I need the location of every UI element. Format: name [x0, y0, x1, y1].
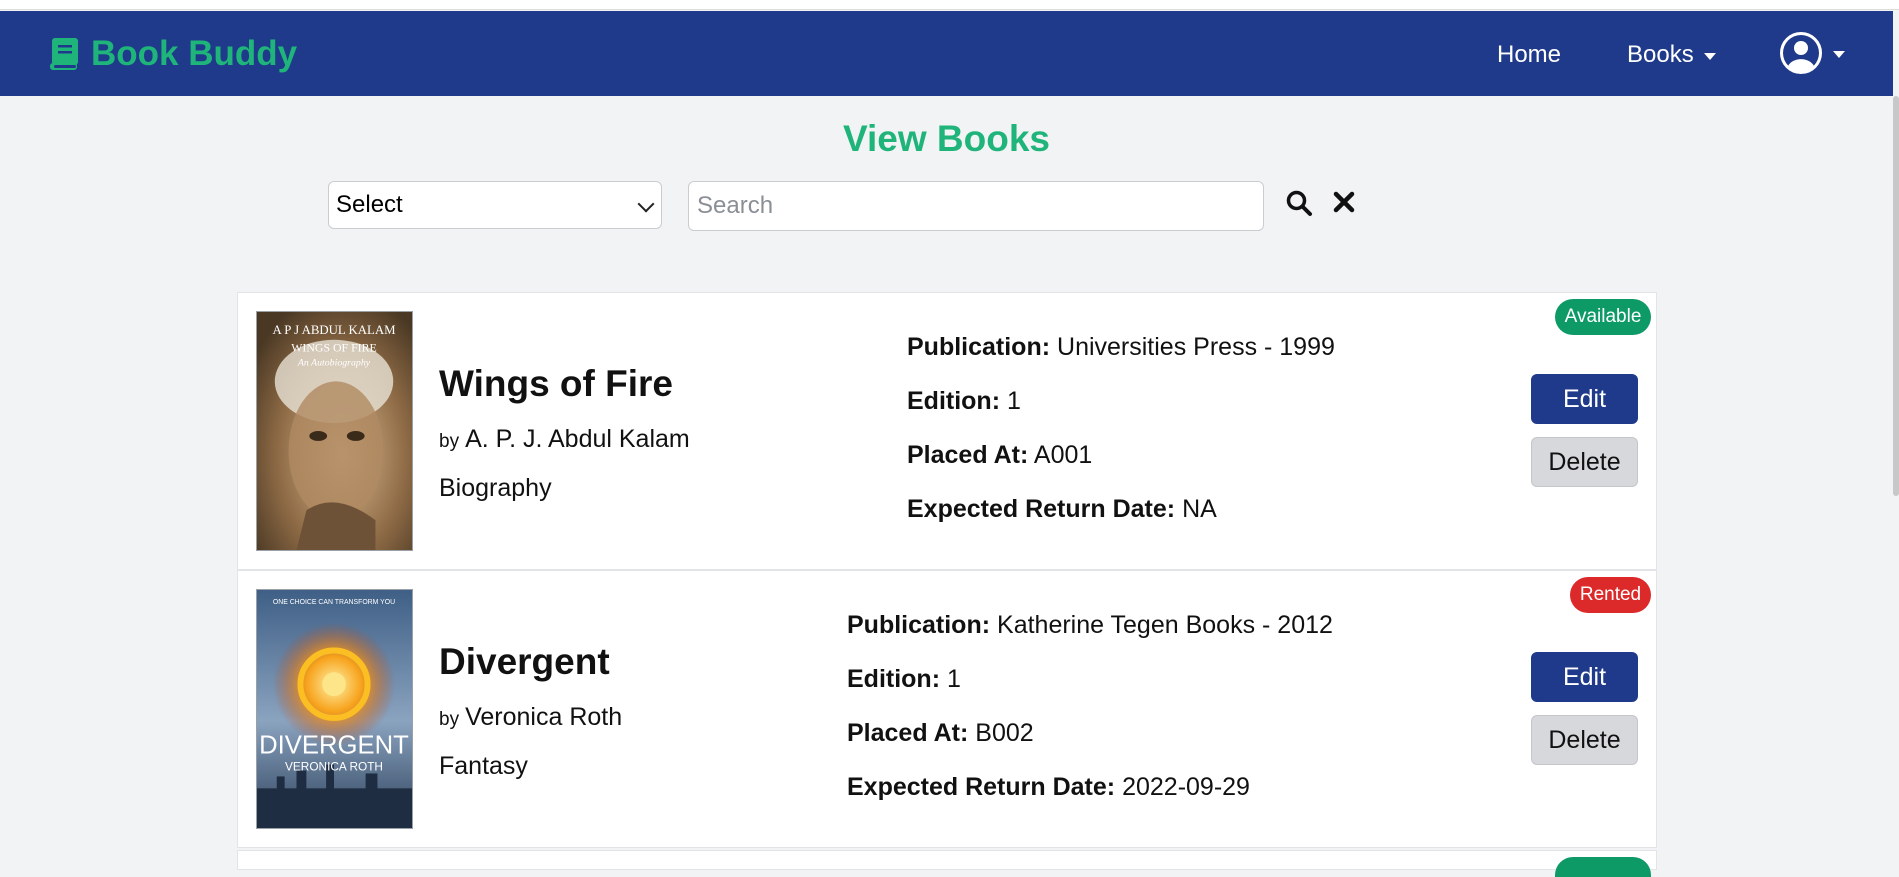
author-name: Veronica Roth: [465, 703, 623, 731]
return-date-row: Expected Return Date: 2022-09-29: [847, 773, 1333, 827]
edition-label: Edition:: [847, 665, 941, 693]
book-cover-image: ONE CHOICE CAN TRANSFORM YOU DIVERGENT V…: [256, 589, 413, 829]
window-top-strip: [0, 0, 1899, 10]
placed-at-label: Placed At:: [847, 719, 969, 747]
return-date-label: Expected Return Date:: [847, 773, 1116, 801]
by-label: by: [439, 431, 460, 452]
publication-value: Universities Press - 1999: [1057, 333, 1335, 361]
navbar: Book Buddy Home Books: [0, 11, 1893, 96]
filter-select-value: Select: [336, 191, 403, 218]
placed-at-row: Placed At: B002: [847, 719, 1333, 773]
book-details: Publication: Katherine Tegen Books - 201…: [847, 611, 1333, 827]
cover-tagline-text: ONE CHOICE CAN TRANSFORM YOU: [273, 599, 395, 606]
book-details: Publication: Universities Press - 1999 E…: [907, 333, 1335, 549]
cover-title-text: WINGS OF FIRE: [291, 341, 376, 355]
status-badge: Rented: [1570, 577, 1651, 613]
book-author: by Veronica Roth: [439, 703, 622, 732]
book-card: [237, 850, 1657, 877]
placed-at-value: B002: [975, 719, 1034, 747]
return-date-row: Expected Return Date: NA: [907, 495, 1335, 549]
book-author: by A. P. J. Abdul Kalam: [439, 425, 690, 454]
book-cover-image: A P J ABDUL KALAM WINGS OF FIRE An Autob…: [256, 311, 413, 551]
user-avatar-icon: [1780, 32, 1822, 74]
nav-home-link[interactable]: Home: [1497, 41, 1561, 69]
status-badge: Available: [1555, 299, 1651, 335]
edition-row: Edition: 1: [847, 665, 1333, 719]
status-badge: [1555, 857, 1651, 877]
cover-author-text: VERONICA ROTH: [285, 759, 383, 773]
book-icon: [50, 38, 78, 70]
delete-button[interactable]: Delete: [1531, 715, 1638, 765]
publication-value: Katherine Tegen Books - 2012: [997, 611, 1333, 639]
delete-button[interactable]: Delete: [1531, 437, 1638, 487]
return-date-label: Expected Return Date:: [907, 495, 1176, 523]
user-menu[interactable]: [1779, 31, 1845, 75]
edition-value: 1: [1006, 387, 1021, 415]
page-title: View Books: [842, 118, 1050, 159]
cover-subtitle-text: An Autobiography: [297, 358, 371, 369]
brand-logo[interactable]: Book Buddy: [47, 34, 297, 74]
publication-row: Publication: Universities Press - 1999: [907, 333, 1335, 387]
book-card: A P J ABDUL KALAM WINGS OF FIRE An Autob…: [237, 292, 1657, 570]
nav-books-label: Books: [1627, 41, 1694, 68]
edit-button[interactable]: Edit: [1531, 652, 1638, 702]
placed-at-row: Placed At: A001: [907, 441, 1335, 495]
book-card: ONE CHOICE CAN TRANSFORM YOU DIVERGENT V…: [237, 570, 1657, 848]
by-label: by: [439, 709, 460, 730]
publication-row: Publication: Katherine Tegen Books - 201…: [847, 611, 1333, 665]
placed-at-value: A001: [1033, 441, 1093, 469]
scrollbar[interactable]: [1893, 96, 1899, 496]
cover-title-text: DIVERGENT: [259, 732, 409, 760]
close-icon[interactable]: [1331, 189, 1357, 215]
nav-books-dropdown[interactable]: Books: [1627, 41, 1716, 69]
publication-label: Publication:: [907, 333, 1051, 361]
publication-label: Publication:: [847, 611, 991, 639]
edition-value: 1: [946, 665, 961, 693]
placed-at-label: Placed At:: [907, 441, 1029, 469]
cover-author-text: A P J ABDUL KALAM: [272, 323, 396, 337]
edition-label: Edition:: [907, 387, 1001, 415]
search-icon[interactable]: [1285, 189, 1313, 217]
book-title: Wings of Fire: [439, 363, 673, 404]
book-title: Divergent: [439, 641, 610, 682]
caret-down-icon: [1833, 51, 1845, 58]
caret-down-icon: [1703, 53, 1716, 60]
edit-button[interactable]: Edit: [1531, 374, 1638, 424]
return-date-value: NA: [1182, 495, 1217, 523]
filter-select[interactable]: Select: [328, 181, 662, 229]
search-input[interactable]: [688, 181, 1264, 231]
edition-row: Edition: 1: [907, 387, 1335, 441]
chevron-down-icon: [637, 195, 655, 213]
return-date-value: 2022-09-29: [1122, 773, 1250, 801]
brand-name: Book Buddy: [91, 34, 298, 73]
author-name: A. P. J. Abdul Kalam: [465, 425, 690, 453]
book-genre: Biography: [439, 474, 552, 502]
book-genre: Fantasy: [439, 752, 528, 780]
